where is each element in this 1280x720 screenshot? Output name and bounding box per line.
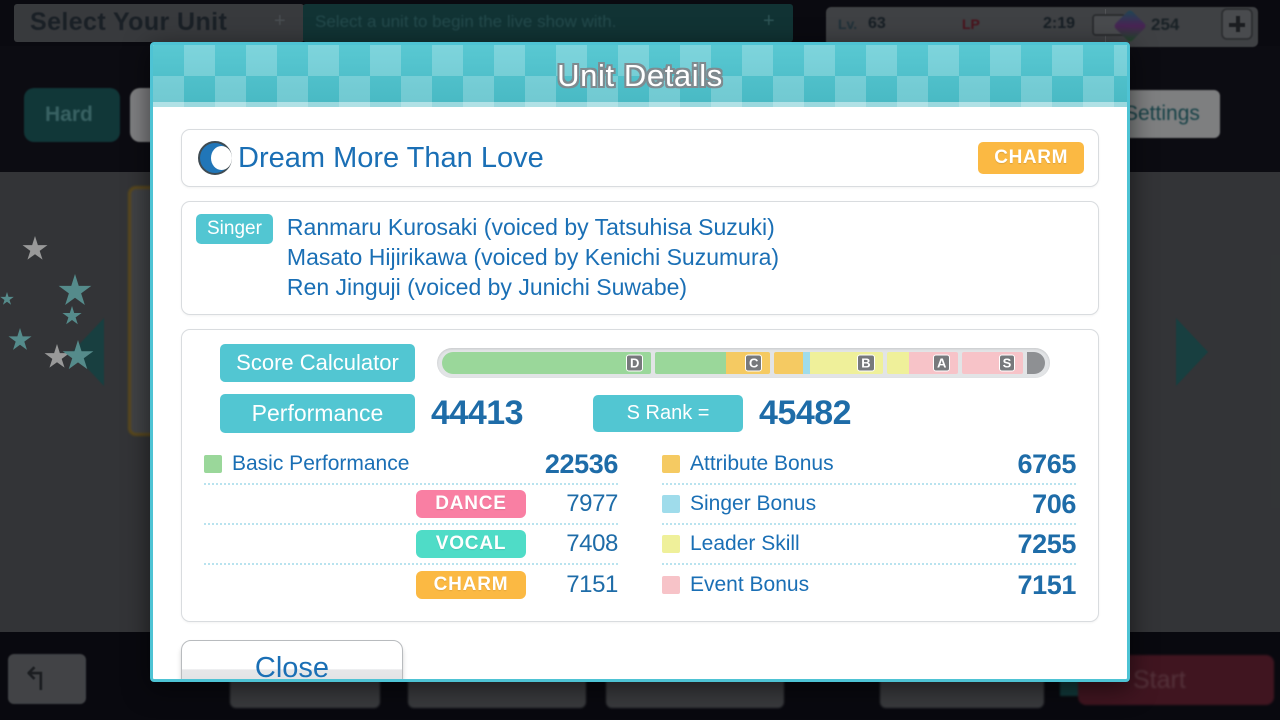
rank-segment-s: S: [962, 352, 1024, 374]
breakdown-label-basic-performance: Basic Performance: [232, 452, 410, 475]
breakdown-label-leader-skill: Leader Skill: [690, 532, 800, 555]
score-breakdown: Basic Performance 22536 DANCE 7977 VOCAL 7408…: [198, 445, 1082, 605]
s-rank-value: 45482: [759, 394, 852, 432]
breakdown-row-basic-performance: Basic Performance 22536: [204, 445, 618, 485]
breakdown-value-event-bonus: 7151: [1017, 569, 1077, 600]
stat-pill-charm: CHARM: [416, 571, 526, 599]
app-screen: Select Your Unit + Select a unit to begi…: [0, 0, 1280, 720]
score-calculator-row: Score Calculator D C B A S: [198, 344, 1082, 382]
color-swatch-basic-performance: [204, 455, 222, 473]
rank-segment-part: [774, 352, 803, 374]
close-button[interactable]: Close: [181, 640, 403, 679]
breakdown-row-dance: DANCE 7977: [204, 485, 618, 525]
breakdown-value-singer-bonus: 706: [1032, 488, 1076, 519]
rank-segment-part: [802, 352, 811, 374]
color-swatch-singer-bonus: [662, 495, 680, 513]
s-rank-label: S Rank =: [593, 395, 744, 432]
performance-label: Performance: [220, 394, 415, 433]
rank-letter-a: A: [932, 354, 951, 372]
breakdown-row-attribute-bonus: Attribute Bonus 6765: [662, 445, 1076, 485]
singer-name: Ranmaru Kurosaki (voiced by Tatsuhisa Su…: [286, 214, 775, 240]
singer-name: Masato Hijirikawa (voiced by Kenichi Suz…: [286, 244, 780, 270]
singer-name: Ren Jinguji (voiced by Junichi Suwabe): [286, 274, 688, 300]
song-attribute-badge: CHARM: [978, 142, 1084, 174]
breakdown-left-column: Basic Performance 22536 DANCE 7977 VOCAL 7408…: [198, 445, 640, 605]
breakdown-row-leader-skill: Leader Skill 7255: [662, 525, 1076, 565]
performance-value: 44413: [431, 394, 524, 432]
color-swatch-attribute-bonus: [662, 455, 680, 473]
rank-segment-c: C: [655, 352, 771, 374]
rank-segment-part: [655, 352, 726, 374]
song-info-panel: Dream More Than Love CHARM: [181, 129, 1099, 187]
singer-panel: Singer Ranmaru Kurosaki (voiced by Tatsu…: [181, 201, 1099, 315]
score-calculator-panel: Score Calculator D C B A S Performance 44413…: [181, 329, 1099, 622]
breakdown-label-attribute-bonus: Attribute Bonus: [690, 452, 834, 475]
rank-segment-part: [442, 352, 652, 374]
rank-segment-b: B: [774, 352, 883, 374]
stat-pill-dance: DANCE: [416, 490, 526, 518]
breakdown-value-attribute-bonus: 6765: [1017, 448, 1077, 479]
score-calculator-label: Score Calculator: [220, 344, 415, 382]
breakdown-row-charm: CHARM 7151: [204, 565, 618, 605]
dialog-header: Unit Details: [153, 45, 1127, 107]
stat-pill-vocal: VOCAL: [416, 530, 526, 558]
unit-details-dialog: Unit Details Dream More Than Love CHARM …: [150, 42, 1130, 682]
dialog-footer: Close: [153, 622, 1127, 679]
dialog-title: Unit Details: [557, 58, 723, 93]
song-title: Dream More Than Love: [238, 141, 544, 174]
breakdown-row-singer-bonus: Singer Bonus 706: [662, 485, 1076, 525]
performance-row: Performance 44413 S Rank = 45482: [198, 394, 1082, 433]
dialog-body: Dream More Than Love CHARM Singer Ranmar…: [153, 107, 1127, 622]
rank-letter-c: C: [745, 354, 763, 372]
breakdown-label-singer-bonus: Singer Bonus: [690, 492, 817, 515]
rank-letter-b: B: [857, 354, 875, 372]
breakdown-value-basic-performance: 22536: [544, 448, 618, 479]
color-swatch-event-bonus: [662, 576, 680, 594]
singer-name-list: Ranmaru Kurosaki (voiced by Tatsuhisa Su…: [287, 212, 779, 302]
rank-segment-part: [886, 352, 909, 374]
breakdown-label-event-bonus: Event Bonus: [690, 573, 810, 596]
rank-bar-end-cap: [1027, 352, 1045, 374]
breakdown-row-vocal: VOCAL 7408: [204, 525, 618, 565]
rank-letter-s: S: [998, 354, 1016, 372]
rank-letter-d: D: [626, 354, 644, 372]
rank-segment-a: A: [886, 352, 959, 374]
singer-tag-label: Singer: [196, 214, 273, 244]
breakdown-value-dance: 7977: [566, 490, 618, 517]
breakdown-right-column: Attribute Bonus 6765 Singer Bonus 706 Leader…: [640, 445, 1082, 605]
rank-segment-d: D: [442, 352, 652, 374]
color-swatch-leader-skill: [662, 535, 680, 553]
breakdown-value-leader-skill: 7255: [1017, 528, 1077, 559]
rank-progress-bar: DCBAS: [437, 348, 1050, 378]
breakdown-row-event-bonus: Event Bonus 7151: [662, 565, 1076, 605]
breakdown-value-vocal: 7408: [566, 530, 618, 557]
crescent-moon-icon: [198, 141, 232, 175]
breakdown-value-charm: 7151: [566, 571, 618, 598]
